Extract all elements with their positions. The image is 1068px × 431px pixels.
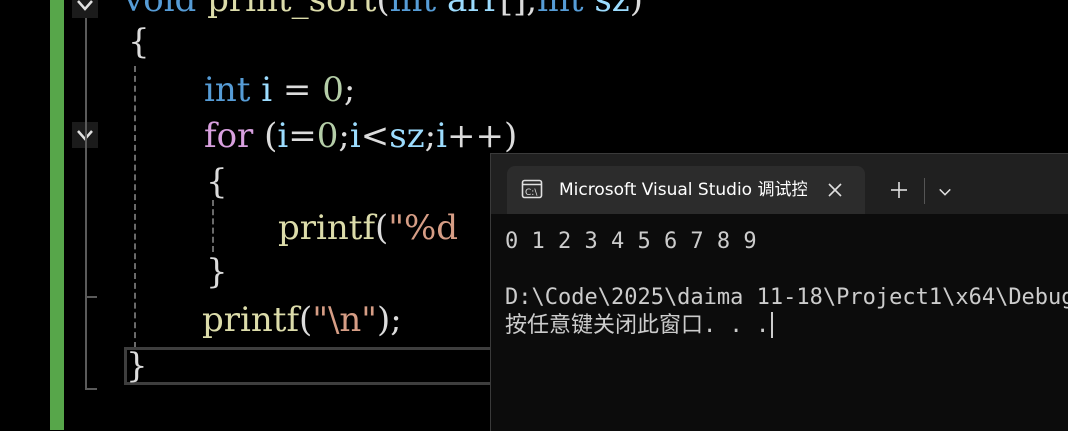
indent-guide-inner <box>212 200 214 252</box>
code-token: ) <box>629 0 643 20</box>
code-token: i <box>436 116 447 156</box>
code-token: sz <box>594 0 630 20</box>
code-line-declaration[interactable]: int i = 0; <box>204 70 355 110</box>
outline-inner <box>85 148 87 298</box>
code-token: ( <box>299 300 313 340</box>
code-token: printf <box>278 208 376 248</box>
code-line-printf-loop[interactable]: printf("%d <box>278 208 469 248</box>
code-token: } <box>206 252 228 292</box>
code-token: int <box>204 70 262 110</box>
code-token: < <box>360 116 390 156</box>
code-token: ( <box>376 0 390 20</box>
code-token: i <box>261 70 273 110</box>
code-token: ; <box>424 116 437 156</box>
code-token: printf <box>202 300 300 340</box>
chevron-down-icon <box>939 188 951 196</box>
new-tab-button[interactable] <box>887 178 911 202</box>
code-token: ++) <box>446 116 518 156</box>
code-line-printf-newline[interactable]: printf("\n"); <box>202 300 402 340</box>
code-token: i <box>277 116 289 156</box>
code-token: ); <box>376 300 402 340</box>
tab-dropdown-button[interactable] <box>933 180 957 204</box>
fold-toggle-function[interactable] <box>72 0 98 18</box>
tab-separator <box>924 178 925 204</box>
code-token: int <box>537 0 595 20</box>
code-token: ( <box>264 116 278 156</box>
code-token: } <box>126 346 148 386</box>
code-line-open-brace[interactable]: { <box>128 22 150 62</box>
output-line-numbers: 0 1 2 3 4 5 6 7 8 9 <box>505 229 757 254</box>
console-tab-title: Microsoft Visual Studio 调试控制台 <box>559 180 807 200</box>
change-indicator-bar <box>50 0 64 430</box>
console-tab[interactable]: C:\ Microsoft Visual Studio 调试控制台 <box>507 166 865 214</box>
code-token: arr <box>446 0 500 20</box>
code-line-signature[interactable]: void print_sort(int arr[],int sz) <box>124 0 643 20</box>
indent-guide <box>134 66 136 348</box>
output-line-path: D:\Code\2025\daima 11-18\Project1\x64\De… <box>505 285 1068 310</box>
code-token: int <box>389 0 447 20</box>
code-line-close-brace[interactable]: } <box>126 346 148 386</box>
code-token: ; <box>338 116 350 156</box>
text-cursor <box>771 312 774 338</box>
outline-end-cap <box>85 388 97 390</box>
debug-console-window[interactable]: C:\ Microsoft Visual Studio 调试控制台 0 1 <box>490 153 1068 431</box>
code-line-for-open[interactable]: { <box>206 162 228 202</box>
code-token: 0 <box>322 70 344 110</box>
tab-close-button[interactable] <box>823 178 847 202</box>
code-line-for-close[interactable]: } <box>206 252 228 292</box>
code-token: 0 <box>316 116 339 156</box>
code-token: [], <box>499 0 538 20</box>
console-output[interactable]: 0 1 2 3 4 5 6 7 8 9 D:\Code\2025\daima 1… <box>491 214 1068 431</box>
outline-inner-cap <box>85 296 97 298</box>
terminal-icon: C:\ <box>521 179 543 199</box>
chevron-down-icon <box>77 0 93 11</box>
plus-icon <box>891 182 907 198</box>
svg-text:C:\: C:\ <box>525 188 538 198</box>
code-token: print_sort <box>207 0 377 20</box>
code-line-for[interactable]: for (i=0;i<sz;i++) <box>204 116 517 156</box>
code-token: = <box>272 70 323 110</box>
close-icon <box>828 183 842 197</box>
code-token: = <box>288 116 317 156</box>
code-token: for <box>204 116 265 156</box>
brace-match-highlight <box>124 347 504 385</box>
code-token: sz <box>389 116 425 156</box>
code-token: void <box>124 0 208 20</box>
output-line-prompt: 按任意键关闭此窗口. . . <box>505 313 770 338</box>
code-token: { <box>128 22 150 62</box>
code-token: i <box>349 116 361 156</box>
code-token: ( <box>375 208 389 248</box>
code-token: ; <box>343 70 356 110</box>
code-token: "\n" <box>312 300 377 340</box>
code-token: { <box>206 162 228 202</box>
console-titlebar[interactable]: C:\ Microsoft Visual Studio 调试控制台 <box>491 154 1068 214</box>
code-token: "%d <box>388 208 469 248</box>
